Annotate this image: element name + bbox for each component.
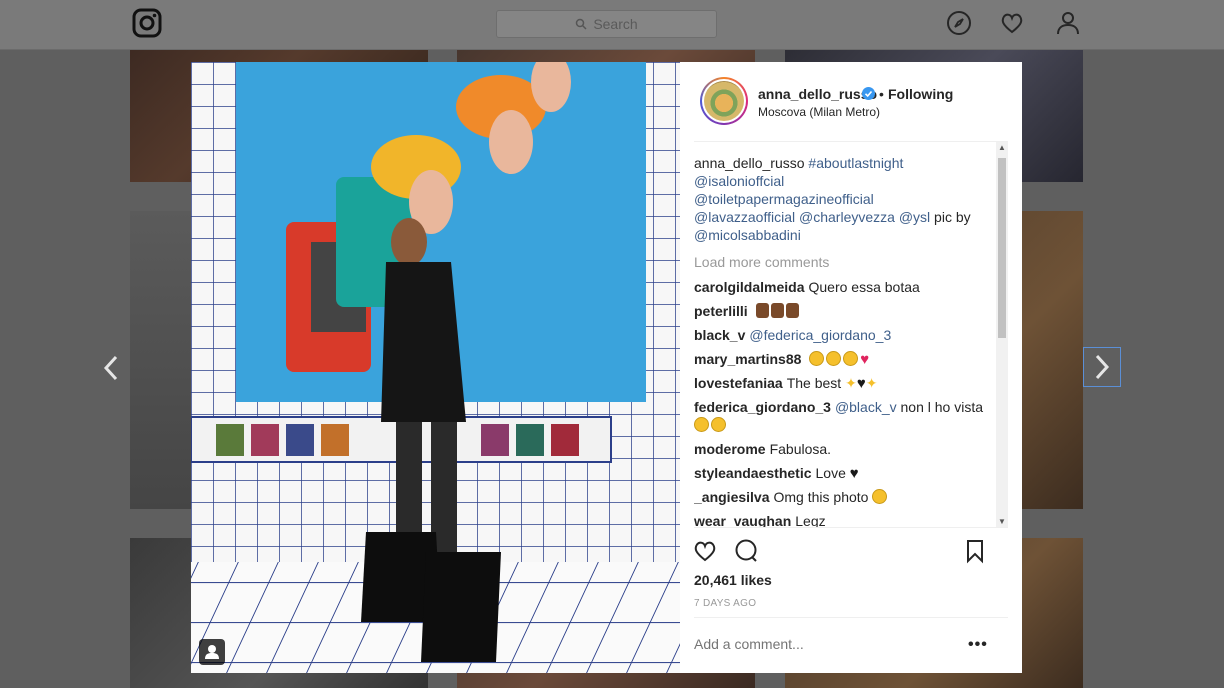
caption-username[interactable]: anna_dello_russo — [694, 155, 805, 171]
comment-username[interactable]: federica_giordano_3 — [694, 399, 831, 415]
mention-link[interactable]: @black_v — [835, 399, 897, 415]
comment-username[interactable]: _angiesilva — [694, 489, 770, 505]
compass-explore-icon[interactable] — [946, 10, 972, 36]
bookmark-save-icon[interactable] — [962, 538, 988, 564]
comment-row: wear_vaughan Legz — [694, 512, 984, 527]
post-caption: anna_dello_russo #aboutlastnight @isalon… — [694, 154, 984, 244]
actions-divider — [694, 527, 1008, 528]
top-navigation-bar: Search — [0, 0, 1224, 50]
post-timestamp[interactable]: 7 DAYS AGO — [694, 598, 756, 609]
header-separator: • — [879, 86, 884, 102]
comment-username[interactable]: carolgildalmeida — [694, 279, 804, 295]
following-button[interactable]: Following — [888, 86, 953, 102]
heart-eyes-emoji-icon — [872, 489, 888, 504]
more-options-icon[interactable]: ••• — [968, 636, 988, 654]
grinning-emoji-icon — [711, 417, 726, 432]
grinning-emoji-icon — [843, 351, 859, 366]
sparkles-emoji-icon: ✦ — [845, 375, 857, 391]
add-comment-input[interactable] — [694, 636, 954, 652]
comment-text: Legz — [795, 513, 826, 527]
comment-username[interactable]: styleandaesthetic — [694, 465, 812, 481]
comment-row: styleandaesthetic Love ♥ — [694, 464, 984, 483]
grinning-emoji-icon — [826, 351, 842, 366]
mention-link[interactable]: @toiletpapermagazineofficial — [694, 191, 874, 207]
comment-text: Fabulosa. — [769, 441, 832, 457]
instagram-logo-icon[interactable] — [132, 8, 162, 38]
comment-text: The best — [786, 375, 842, 391]
comment-row: federica_giordano_3 @black_v non l ho vis… — [694, 398, 984, 434]
comment-row: _angiesilva Omg this photo — [694, 488, 984, 506]
comment-text: Quero essa botaa — [808, 279, 920, 295]
comment-text: non l ho vista — [900, 399, 984, 415]
load-more-comments-button[interactable]: Load more comments — [694, 253, 829, 271]
header-divider — [694, 141, 1008, 142]
mention-link[interactable]: @micolsabbadini — [694, 227, 801, 243]
red-heart-emoji-icon: ♥ — [860, 351, 870, 368]
person-emoji-icon — [785, 303, 799, 318]
post-sidebar: anna_dello_russo • Following Moscova (Mi… — [680, 62, 1022, 673]
comment-username[interactable]: wear_vaughan — [694, 513, 791, 527]
mention-link[interactable]: @isalonioffcial — [694, 173, 784, 189]
comments-list[interactable]: anna_dello_russo #aboutlastnight @isalon… — [694, 150, 1010, 527]
comment-row: lovestefaniaa The best ✦♥✦ — [694, 374, 984, 393]
black-heart-emoji-icon: ♥ — [856, 375, 866, 392]
post-image-illustration — [191, 62, 680, 673]
comment-row: carolgildalmeida Quero essa botaa — [694, 278, 984, 296]
comment-row: mary_martins88 ♥ — [694, 350, 984, 369]
avatar[interactable] — [700, 77, 748, 125]
mention-link[interactable]: @ysl — [899, 209, 930, 225]
tagged-people-icon[interactable] — [199, 639, 225, 665]
chevron-right-icon — [1095, 354, 1110, 380]
comment-text: Omg this photo — [773, 489, 869, 505]
person-emoji-icon — [755, 303, 769, 318]
comment-username[interactable]: moderome — [694, 441, 766, 457]
comment-username[interactable]: lovestefaniaa — [694, 375, 783, 391]
previous-post-button[interactable] — [92, 348, 130, 388]
next-post-button[interactable] — [1083, 347, 1121, 387]
verified-badge-icon — [862, 87, 875, 100]
mention-link[interactable]: @charleyvezza — [799, 209, 895, 225]
post-modal: anna_dello_russo • Following Moscova (Mi… — [191, 62, 1022, 673]
search-placeholder: Search — [593, 16, 638, 32]
comment-bubble-icon[interactable] — [733, 538, 759, 564]
comment-row: moderome Fabulosa. — [694, 440, 984, 458]
comment-username[interactable]: mary_martins88 — [694, 351, 801, 367]
search-input[interactable]: Search — [496, 10, 717, 38]
profile-icon[interactable] — [1055, 10, 1081, 36]
comment-row: peterlilli — [694, 302, 984, 320]
comments-scrollbar[interactable]: ▲ ▼ — [996, 142, 1008, 527]
location-link[interactable]: Moscova (Milan Metro) — [758, 105, 880, 119]
like-heart-icon[interactable] — [692, 538, 718, 564]
comment-username[interactable]: black_v — [694, 327, 745, 343]
post-photo[interactable] — [191, 62, 680, 673]
black-heart-emoji-icon: ♥ — [849, 465, 859, 482]
comment-username[interactable]: peterlilli — [694, 303, 748, 319]
grinning-emoji-icon — [809, 351, 825, 366]
activity-heart-icon[interactable] — [999, 10, 1025, 36]
mention-link[interactable]: @lavazzaofficial — [694, 209, 795, 225]
scroll-up-arrow-icon[interactable]: ▲ — [998, 143, 1006, 152]
comment-input-divider — [694, 617, 1008, 618]
sparkles-emoji-icon: ✦ — [865, 375, 878, 391]
comment-text: Love — [815, 465, 846, 481]
post-author-username[interactable]: anna_dello_russo — [758, 86, 877, 102]
hashtag-link[interactable]: #aboutlastnight — [808, 155, 903, 171]
mention-link[interactable]: @federica_giordano_3 — [749, 327, 891, 343]
comment-row: black_v @federica_giordano_3 — [694, 326, 984, 344]
scroll-down-arrow-icon[interactable]: ▼ — [998, 517, 1006, 526]
caption-text: pic by — [934, 209, 971, 225]
scrollbar-thumb[interactable] — [998, 158, 1006, 338]
search-icon — [576, 18, 587, 30]
post-header: anna_dello_russo • Following Moscova (Mi… — [680, 62, 1022, 142]
likes-count[interactable]: 20,461 likes — [694, 572, 772, 588]
hand-emoji-icon — [770, 303, 784, 318]
grinning-emoji-icon — [694, 417, 709, 432]
chevron-left-icon — [103, 355, 118, 381]
